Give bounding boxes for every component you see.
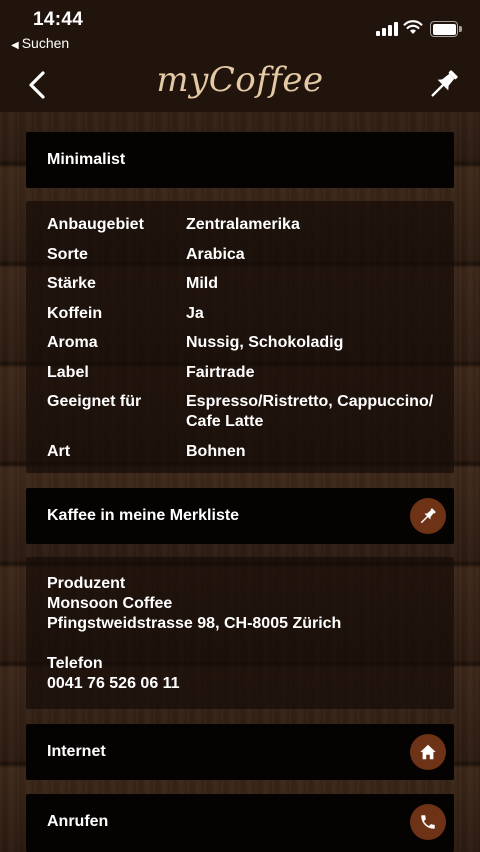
product-name: Minimalist [47,151,126,168]
attribute-label: Art [47,442,71,460]
attribute-value: Fairtrade [186,363,255,381]
add-to-watchlist-label: Kaffee in meine Merkliste [47,507,240,524]
cellular-signal-icon [376,22,398,36]
wifi-icon [403,20,423,34]
producer-info: Produzent Monsoon Coffee Pfingstweidstra… [47,574,341,694]
back-triangle-icon: ◀ [11,40,19,51]
attribute-row: Sorte Arabica [47,245,447,265]
producer-name: Monsoon Coffee [47,595,173,612]
back-to-app-link[interactable]: ◀ Suchen [11,35,69,51]
pushpin-glyph [420,508,436,524]
battery-icon [430,21,462,37]
call-button[interactable]: Anrufen [26,794,454,852]
attribute-row: Geeignet für Espresso/Ristretto, Cappucc… [47,392,447,432]
attribute-label: Koffein [47,304,103,322]
attribute-row: Label Fairtrade [47,363,447,383]
attribute-label: Sorte [47,245,88,263]
home-glyph [420,744,436,760]
attribute-row: Art Bohnen [47,442,447,462]
nav-bar: myCoffee [0,58,480,112]
attribute-label: Label [47,363,89,381]
pushpin-icon[interactable] [426,66,462,102]
attribute-value: Arabica [186,245,245,263]
attribute-label: Anbaugebiet [47,216,144,233]
app-logo: myCoffee [156,60,324,100]
internet-button[interactable]: Internet [26,724,454,780]
attribute-row: Stärke Mild [47,274,447,294]
phone-heading: Telefon [47,655,103,672]
attribute-row: Aroma Nussig, Schokoladig [47,333,447,353]
producer-card: Produzent Monsoon Coffee Pfingstweidstra… [26,557,454,709]
attribute-row: Koffein Ja [47,304,447,324]
attribute-value: Bohnen [186,442,246,460]
attribute-value: Zentralamerika [186,216,300,233]
attribute-label: Aroma [47,334,98,351]
call-label: Anrufen [47,813,109,830]
home-icon[interactable] [410,734,446,770]
attribute-value: Mild [186,275,218,292]
attribute-value: Ja [186,304,204,322]
attribute-value: Nussig, Schokoladig [186,334,344,351]
producer-address: Pfingstweidstrasse 98, CH-8005 Zürich [47,615,342,632]
phone-number: 0041 76 526 06 11 [47,675,180,692]
status-bar: 14:44 ◀ Suchen [0,0,480,58]
status-time: 14:44 [33,9,84,30]
phone-glyph [421,815,435,829]
attribute-label: Stärke [47,275,96,292]
attribute-row: Anbaugebiet Zentralamerika [47,215,447,235]
add-to-watchlist-button[interactable]: Kaffee in meine Merkliste [26,488,454,544]
attributes-card: Anbaugebiet Zentralamerika Sorte Arabica… [26,201,454,473]
pushpin-icon[interactable] [410,498,446,534]
attribute-label: Geeignet für [47,393,142,410]
back-to-app-label: Suchen [21,35,70,51]
producer-heading: Produzent [47,575,126,592]
attribute-value: Espresso/Ristretto, Cappuccino/ Cafe Lat… [186,393,434,430]
product-name-card: Minimalist [26,132,454,188]
phone-icon[interactable] [410,804,446,840]
attribute-list: Anbaugebiet Zentralamerika Sorte Arabica… [47,215,447,471]
internet-label: Internet [47,743,106,760]
